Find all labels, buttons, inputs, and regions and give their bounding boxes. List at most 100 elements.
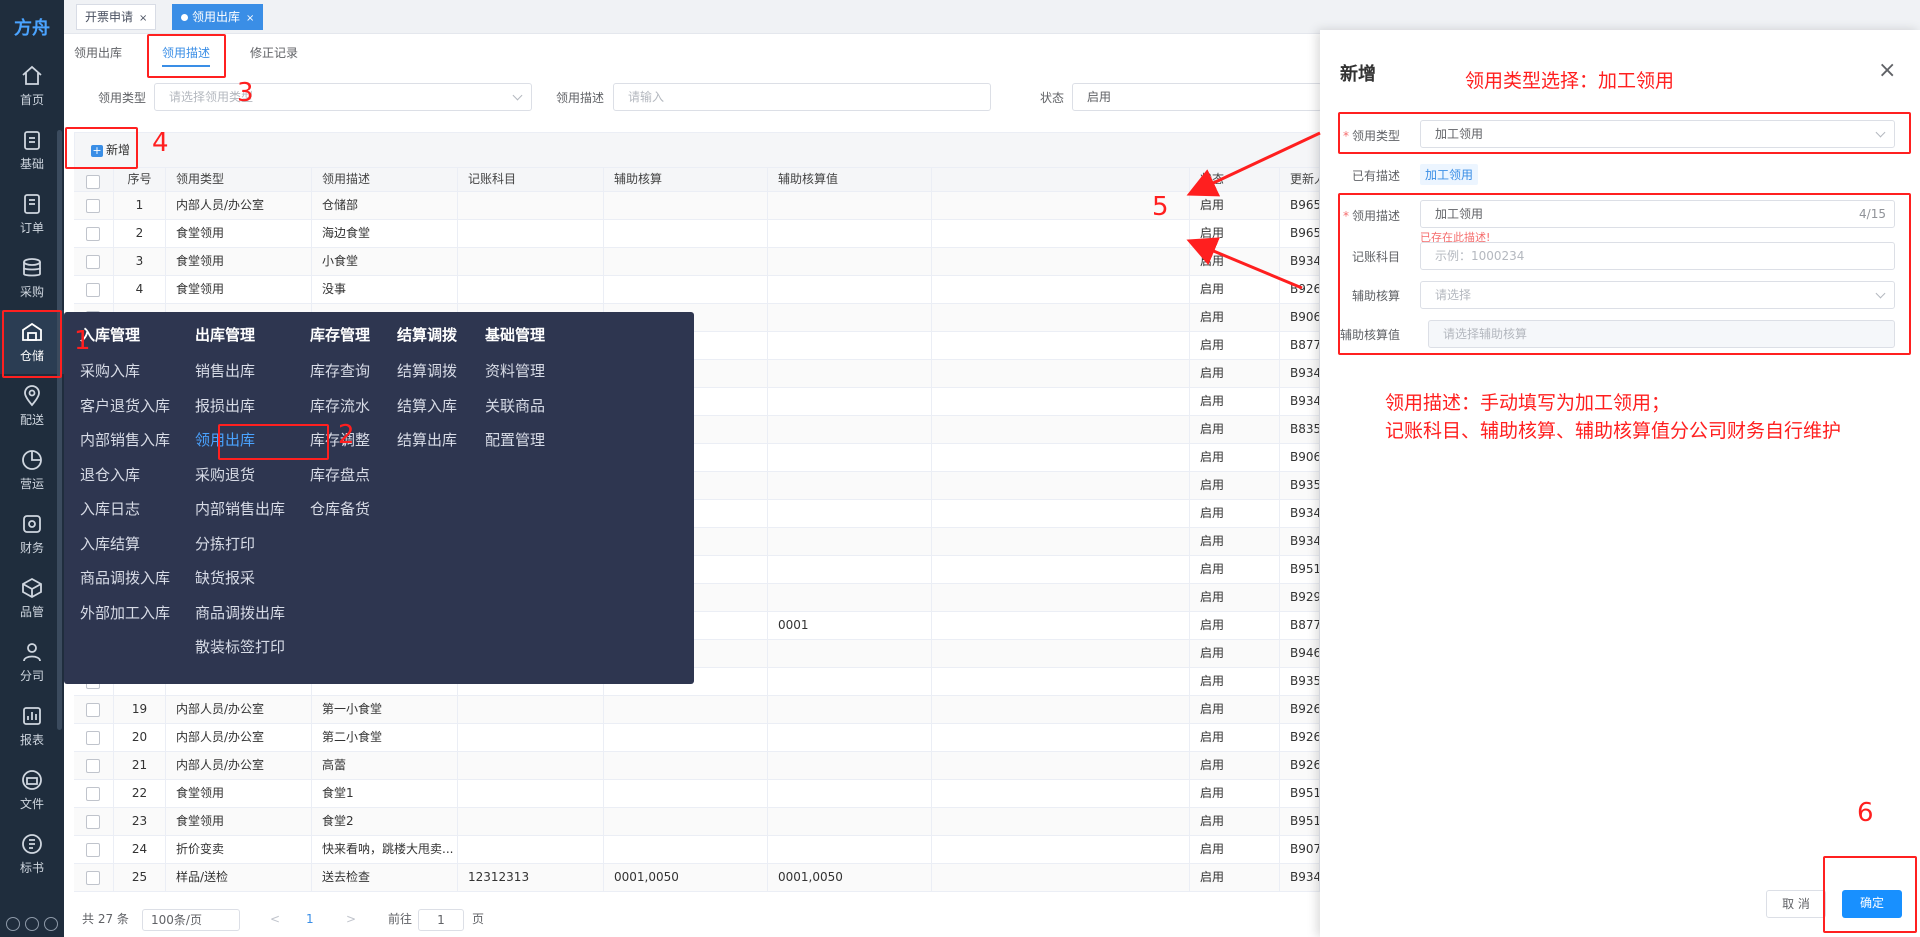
table-row[interactable]: 1 内部人员/办公室 仓储部 启用 B965 bbox=[74, 192, 1320, 220]
table-row[interactable]: 2 食堂领用 海边食堂 启用 B965 bbox=[74, 220, 1320, 248]
table-row[interactable]: 20 内部人员/办公室 第二小食堂 启用 B926 bbox=[74, 724, 1320, 752]
menu-item[interactable]: 客户退货入库 bbox=[80, 389, 170, 424]
row-checkbox[interactable] bbox=[86, 815, 100, 829]
menu-item[interactable]: 库存盘点 bbox=[310, 458, 370, 493]
table-row[interactable]: 23 食堂领用 食堂2 启用 B951 bbox=[74, 808, 1320, 836]
table-cell: B934 bbox=[1280, 528, 1320, 555]
row-checkbox[interactable] bbox=[86, 787, 100, 801]
cancel-button[interactable]: 取 消 bbox=[1766, 890, 1826, 918]
row-checkbox[interactable] bbox=[86, 731, 100, 745]
row-checkbox[interactable] bbox=[86, 255, 100, 269]
table-cell: 4 bbox=[114, 276, 166, 303]
menu-item[interactable]: 商品调拨出库 bbox=[195, 596, 285, 631]
table-cell: B877 bbox=[1280, 332, 1320, 359]
menu-item[interactable]: 配置管理 bbox=[485, 423, 545, 458]
menu-item[interactable]: 商品调拨入库 bbox=[80, 561, 170, 596]
table-cell: 仓储部 bbox=[312, 192, 458, 219]
box-icon bbox=[20, 576, 44, 600]
sidebar-item-12[interactable]: 文件 bbox=[0, 758, 64, 822]
menu-item[interactable]: 报损出库 bbox=[195, 389, 285, 424]
top-tab-requisition-out[interactable]: 领用出库 × bbox=[172, 4, 264, 30]
sidebar-item-13[interactable]: 标书 bbox=[0, 822, 64, 886]
row-checkbox[interactable] bbox=[86, 759, 100, 773]
menu-item[interactable]: 库存流水 bbox=[310, 389, 370, 424]
menu-item[interactable]: 采购入库 bbox=[80, 354, 170, 389]
menu-item[interactable]: 采购退货 bbox=[195, 458, 285, 493]
sidebar-item-3[interactable]: 订单 bbox=[0, 182, 64, 246]
menu-item[interactable]: 外部加工入库 bbox=[80, 596, 170, 631]
sidebar-item-10[interactable]: 分司 bbox=[0, 630, 64, 694]
row-checkbox[interactable] bbox=[86, 871, 100, 885]
pager-next-button[interactable]: > bbox=[346, 909, 356, 931]
menu-item[interactable]: 结算调拨 bbox=[397, 354, 457, 389]
sidebar-item-1[interactable]: 首页 bbox=[0, 54, 64, 118]
table-row[interactable]: 21 内部人员/办公室 高蕾 启用 B926 bbox=[74, 752, 1320, 780]
filter-status-select[interactable]: 启用 bbox=[1072, 83, 1322, 111]
menu-item[interactable]: 入库结算 bbox=[80, 527, 170, 562]
table-cell bbox=[768, 836, 932, 863]
menu-item[interactable]: 内部销售出库 bbox=[195, 492, 285, 527]
menu-item[interactable]: 分拣打印 bbox=[195, 527, 285, 562]
table-row[interactable]: 3 食堂领用 小食堂 启用 B934 bbox=[74, 248, 1320, 276]
table-row[interactable]: 24 折价变卖 快来看呐，跳楼大甩卖... 启用 B907 bbox=[74, 836, 1320, 864]
table-row[interactable]: 19 内部人员/办公室 第一小食堂 启用 B926 bbox=[74, 696, 1320, 724]
table-cell: 启用 bbox=[1190, 724, 1280, 751]
close-icon[interactable]: × bbox=[246, 13, 254, 24]
table-cell bbox=[768, 640, 932, 667]
sidebar-scrollbar[interactable] bbox=[57, 130, 62, 730]
row-checkbox[interactable] bbox=[86, 703, 100, 717]
menu-item[interactable]: 入库日志 bbox=[80, 492, 170, 527]
close-icon[interactable]: × bbox=[1878, 58, 1896, 83]
table-cell: 启用 bbox=[1190, 416, 1280, 443]
table-row[interactable]: 4 食堂领用 没事 启用 B926 bbox=[74, 276, 1320, 304]
filter-type-select[interactable]: 请选择领用类型 bbox=[154, 83, 532, 111]
sidebar-item-8[interactable]: 财务 bbox=[0, 502, 64, 566]
row-checkbox-cell bbox=[74, 276, 114, 303]
row-checkbox[interactable] bbox=[86, 227, 100, 241]
sidebar-item-2[interactable]: 基础 bbox=[0, 118, 64, 182]
menu-item[interactable]: 资料管理 bbox=[485, 354, 545, 389]
menu-item[interactable]: 散装标签打印 bbox=[195, 630, 285, 665]
table-row[interactable]: 25 样品/送检 送去检查 12312313 0001,0050 0001,0050 启用 B… bbox=[74, 864, 1320, 892]
filter-desc-input[interactable]: 请输入 bbox=[613, 83, 991, 111]
menu-item[interactable]: 退仓入库 bbox=[80, 458, 170, 493]
table-cell bbox=[768, 360, 932, 387]
tab-requisition-out[interactable]: 领用出库 bbox=[74, 44, 122, 61]
row-checkbox[interactable] bbox=[86, 199, 100, 213]
table-cell bbox=[458, 248, 604, 275]
menu-item[interactable]: 关联商品 bbox=[485, 389, 545, 424]
help-icon[interactable] bbox=[6, 917, 21, 931]
table-cell bbox=[768, 584, 932, 611]
menu-item[interactable]: 内部销售入库 bbox=[80, 423, 170, 458]
gear-icon[interactable] bbox=[43, 917, 58, 931]
sidebar-item-11[interactable]: 报表 bbox=[0, 694, 64, 758]
menu-item[interactable]: 库存查询 bbox=[310, 354, 370, 389]
menu-item[interactable]: 仓库备货 bbox=[310, 492, 370, 527]
sidebar-item-9[interactable]: 品管 bbox=[0, 566, 64, 630]
sidebar-item-7[interactable]: 营运 bbox=[0, 438, 64, 502]
menu-item[interactable]: 结算出库 bbox=[397, 423, 457, 458]
table-cell: 高蕾 bbox=[312, 752, 458, 779]
menu-item[interactable]: 销售出库 bbox=[195, 354, 285, 389]
row-checkbox[interactable] bbox=[86, 283, 100, 297]
sidebar-item-4[interactable]: 采购 bbox=[0, 246, 64, 310]
top-tab-label: 领用出库 bbox=[192, 10, 241, 24]
table-cell: B877 bbox=[1280, 612, 1320, 639]
spacer-cell bbox=[932, 220, 1190, 247]
top-tab-invoice[interactable]: 开票申请 × bbox=[76, 4, 157, 30]
pager-prev-button[interactable]: < bbox=[270, 909, 280, 931]
tab-correction-log[interactable]: 修正记录 bbox=[250, 44, 298, 61]
menu-item[interactable]: 结算入库 bbox=[397, 389, 457, 424]
row-checkbox[interactable] bbox=[86, 175, 100, 189]
bell-icon[interactable] bbox=[24, 917, 39, 931]
page-size-select[interactable]: 100条/页 bbox=[142, 909, 240, 931]
sidebar-item-6[interactable]: 配送 bbox=[0, 374, 64, 438]
table-cell bbox=[768, 220, 932, 247]
row-checkbox[interactable] bbox=[86, 843, 100, 857]
pager-goto-input[interactable]: 1 bbox=[418, 909, 464, 931]
sidebar-item-label: 文件 bbox=[19, 797, 44, 811]
pager-current-page[interactable]: 1 bbox=[306, 909, 314, 931]
menu-item[interactable]: 缺货报采 bbox=[195, 561, 285, 596]
table-row[interactable]: 22 食堂领用 食堂1 启用 B951 bbox=[74, 780, 1320, 808]
close-icon[interactable]: × bbox=[139, 13, 147, 24]
